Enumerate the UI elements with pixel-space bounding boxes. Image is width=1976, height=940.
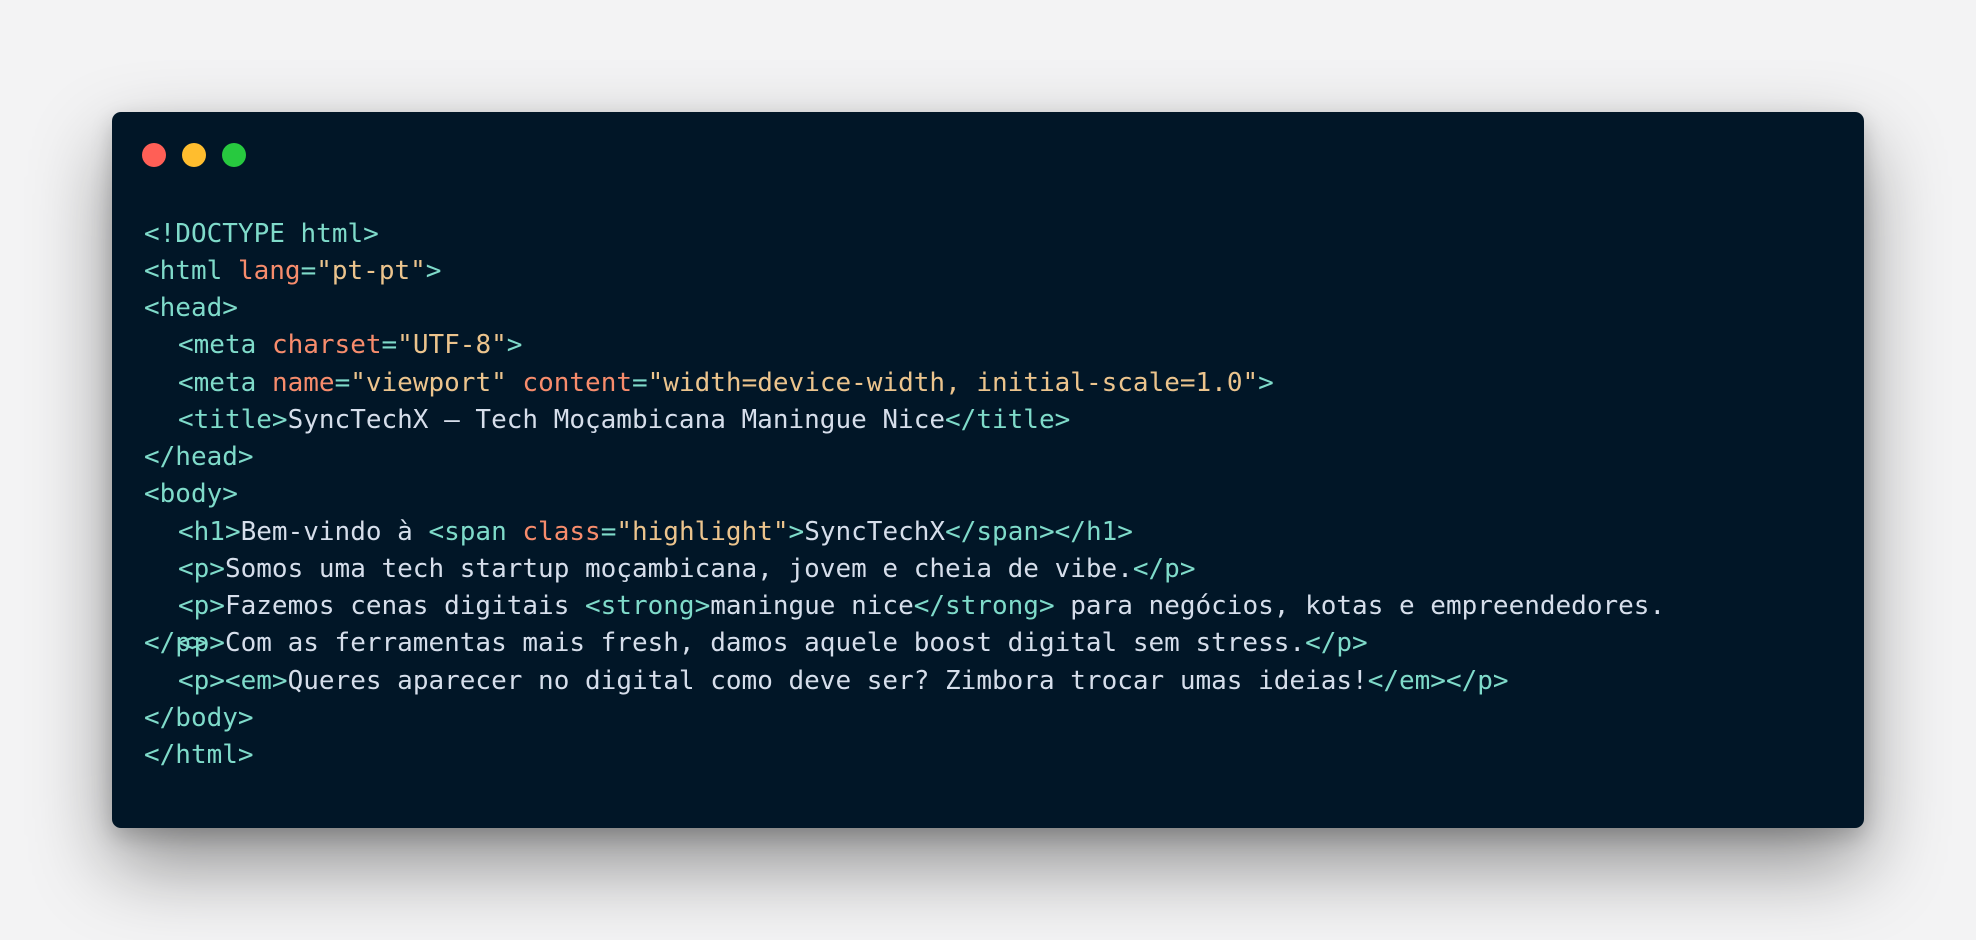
h1-close-token: </h1> [1054,517,1133,547]
meta2-eq1: = [334,368,351,398]
span-close-token: </span> [945,517,1055,547]
p2-text-a: Fazemos cenas digitais [224,591,585,621]
p3-close-token: </p> [1305,628,1368,658]
p2-open-token: <p> [178,591,225,621]
code-line-body-open: <body> [144,476,238,512]
span-text: SyncTechX [804,517,946,547]
code-line-p2: <p>Fazemos cenas digitais <strong>maning… [144,588,1665,624]
code-line-p3: <p>Com as ferramentas mais fresh, damos … [144,625,1368,661]
span-eq: = [600,517,617,547]
strong-text: maningue nice [710,591,914,621]
meta1-attr: charset [271,330,382,360]
close-button[interactable] [142,143,166,167]
p1-close-token: </p> [1132,554,1196,584]
head-close-token: </head> [144,442,254,472]
p3-text: Com as ferramentas mais fresh, damos aqu… [224,628,1306,658]
code-line-p1: <p>Somos uma tech startup moçambicana, j… [144,551,1196,587]
code-line-meta-charset: <meta charset="UTF-8"> [144,327,522,363]
strong-open-token: <strong> [585,591,711,621]
meta1-value: "UTF-8" [397,330,507,360]
span-open-token: <span [428,517,507,547]
meta2-open-token: <meta [178,368,257,398]
p2-text-b: para negócios, kotas e empreendedores. [1054,591,1666,621]
em-text: Queres aparecer no digital como deve ser… [287,666,1368,696]
html-lang-value: "pt-pt" [316,256,426,286]
code-line-p4: <p><em>Queres aparecer no digital como d… [144,663,1509,699]
meta2-value-content: "width=device-width, initial-scale=1.0" [647,368,1259,398]
code-line-html-open: <html lang="pt-pt"> [144,253,441,289]
html-lang-eq: = [300,256,317,286]
meta2-value-name: "viewport" [350,368,507,398]
title-close-token: </title> [945,405,1071,435]
h1-text: Bem-vindo à [240,517,429,547]
minimize-button[interactable] [182,143,206,167]
code-line-body-close: </body> [144,700,254,736]
meta2-eq2: = [632,368,648,398]
em-open-token: <em> [224,666,288,696]
code-line-meta-viewport: <meta name="viewport" content="width=dev… [144,365,1274,401]
body-open-token: <body> [144,479,238,509]
meta1-open-token: <meta [178,330,257,360]
html-close-token: </html> [144,740,254,770]
code-line-head-close: </head> [144,439,254,475]
p4-close-token: </p> [1445,666,1509,696]
meta1-eq: = [381,330,398,360]
strong-close-token: </strong> [913,591,1055,621]
span-class-value: "highlight" [616,517,789,547]
title-text: SyncTechX — Tech Moçambicana Maningue Ni… [287,405,946,435]
p1-open-token: <p> [178,554,225,584]
html-open-end: > [425,256,442,286]
code-line-html-close: </html> [144,737,254,773]
p4-open-token: <p> [178,666,225,696]
html-open-token: <html [144,256,223,286]
meta2-attr-content: content [522,368,632,398]
maximize-button[interactable] [222,143,246,167]
body-close-token: </body> [144,703,254,733]
span-class-attr: class [522,517,601,547]
title-open-token: <title> [178,405,288,435]
p1-text: Somos uma tech startup moçambicana, jove… [224,554,1133,584]
h1-open-token: <h1> [178,517,241,547]
code-line-doctype: <!DOCTYPE html> [144,216,379,252]
code-line-h1: <h1>Bem-vindo à <span class="highlight">… [144,514,1133,550]
doctype-token: <!DOCTYPE html> [144,219,379,249]
code-line-head-open: <head> [144,290,238,326]
em-close-token: </em> [1367,666,1446,696]
meta2-end: > [1258,368,1274,398]
html-lang-attr: lang [237,256,301,286]
code-line-title: <title>SyncTechX — Tech Moçambicana Mani… [144,402,1070,438]
meta2-attr-name: name [271,368,335,398]
meta1-end: > [506,330,523,360]
head-open-token: <head> [144,293,238,323]
span-open-end: > [788,517,805,547]
p3-open-token: <p> [178,628,225,658]
